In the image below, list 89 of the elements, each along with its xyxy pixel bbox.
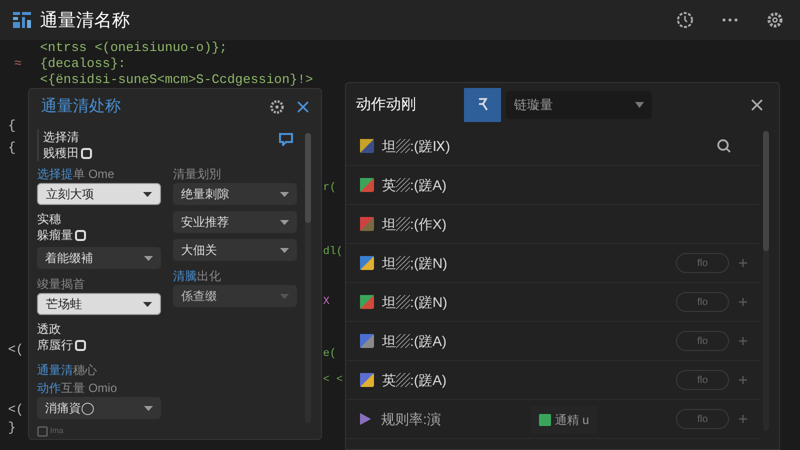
field-label: 清騰出化 (173, 268, 222, 285)
tile-icon (360, 295, 374, 309)
row-label: 英▨:(蹉A) (382, 176, 447, 195)
settings-icon[interactable] (269, 99, 285, 115)
code-fragment: r( (323, 181, 336, 196)
plus-icon (739, 259, 747, 267)
plus-icon (739, 298, 747, 306)
caret-icon (280, 220, 289, 224)
plus-icon (739, 337, 747, 345)
caret-icon (144, 406, 153, 410)
checkbox[interactable]: 席蜃行 (37, 337, 86, 353)
panel-title: 通量清处称 (41, 96, 122, 117)
checkbox-caption: 透政 (37, 321, 62, 337)
scrollbar[interactable] (763, 131, 769, 431)
row-label: 坦▨:(蹉N) (382, 292, 448, 312)
code-fragment: X (323, 295, 330, 310)
list-row[interactable]: 英▨:(蹉A) flo (346, 361, 759, 400)
field-label: 选择提单 Ome (37, 166, 116, 183)
list-row[interactable]: 坦▨:(作X) (346, 205, 759, 244)
list-row[interactable]: 坦▨:(蹉Ⅸ) (346, 127, 759, 166)
list-row[interactable]: 坦▨:(蹉N) flo (346, 283, 759, 322)
code-line: <{ënsidsi-suneS<mcm>S-Ccdgession}!> (40, 72, 314, 88)
caret-icon (280, 248, 289, 252)
panel-title: 动作动刚 (356, 94, 417, 115)
caret-icon (144, 256, 153, 260)
caret-icon (143, 302, 152, 306)
square-icon (539, 414, 551, 426)
row-label: 坦▨:(作X) (382, 214, 447, 234)
row-label: 英▨:(蹉A) (382, 370, 447, 390)
code-gutter-mark: <( (8, 402, 24, 418)
tile-icon (360, 373, 374, 387)
code-line: {decaloss}: (40, 56, 126, 72)
code-gutter-mark: { (8, 140, 16, 156)
play-icon (360, 413, 371, 425)
code-fragment: e( (323, 347, 336, 362)
list-row[interactable]: 坦▨:(蹉A) flo (346, 322, 759, 361)
dropdown[interactable]: 立刻大项 (37, 183, 161, 205)
plus-icon (739, 376, 747, 384)
pin-button[interactable] (464, 88, 501, 122)
more-icon[interactable] (722, 18, 738, 22)
dropdown[interactable]: 着能缀補 (37, 247, 161, 269)
code-line: <ntrss <(oneisiunuo-o)}; (40, 40, 228, 56)
caret-icon (280, 294, 289, 298)
caret-icon (280, 192, 289, 196)
timer-icon[interactable] (676, 11, 694, 29)
code-gutter-mark: <( (8, 342, 24, 358)
dropdown[interactable]: 芒场蛙 (37, 293, 161, 315)
caret-icon (635, 102, 644, 108)
row-label: 坦▨;(蹉N) (382, 254, 448, 273)
field-label: 通量清穗心 (37, 362, 98, 379)
tile-icon (360, 334, 374, 348)
row-label: 坦▨:(蹉A) (382, 332, 447, 351)
settings-icon[interactable] (766, 11, 784, 29)
tile-icon (360, 178, 374, 192)
list-row[interactable]: 规则率:演 通精 u flo (346, 400, 759, 439)
field-label: 竣量揭首 (37, 276, 86, 293)
plus-icon (739, 415, 747, 423)
code-fragment: < < (323, 373, 343, 388)
tile-icon (360, 217, 374, 231)
code-gutter-mark: ≈ (14, 56, 22, 71)
checkbox[interactable]: 贱穫田 (43, 145, 92, 161)
checkbox[interactable]: 躲瘤量 (37, 227, 86, 243)
comment-icon (279, 133, 293, 146)
code-fragment: dl( (323, 245, 343, 260)
code-gutter-mark: { (8, 118, 16, 134)
list-row[interactable]: 英▨:(蹉A) (346, 166, 759, 205)
tile-icon (360, 139, 374, 153)
window-title: 通量清名称 (40, 8, 130, 32)
dropdown[interactable]: 大佃关 (173, 239, 297, 261)
footer-text: Ima (50, 425, 64, 437)
dropdown[interactable]: 安业推荐 (173, 211, 297, 233)
dropdown[interactable]: 消痛資◯ (37, 397, 161, 419)
list-row[interactable]: 坦▨;(蹉N) flo (346, 244, 759, 283)
row-label: 规则率:演 (381, 410, 441, 428)
code-gutter-mark: } (8, 420, 16, 436)
checkbox-caption: 选择清 (43, 129, 80, 145)
close-icon[interactable] (751, 99, 763, 111)
field-label: 清量划別 (173, 166, 222, 183)
caret-icon (143, 192, 152, 196)
checkbox-caption: 实穗 (37, 211, 62, 227)
device-icon (37, 426, 48, 436)
filter-select[interactable]: 链璇量 (506, 91, 652, 119)
close-icon[interactable] (297, 101, 309, 113)
dropdown[interactable]: 绝量刺隙 (173, 183, 297, 205)
scrollbar[interactable] (305, 133, 311, 423)
app-logo-icon (12, 10, 32, 30)
field-label: 动作互量 Omio (37, 380, 118, 397)
row-label: 坦▨:(蹉Ⅸ) (382, 136, 450, 156)
tile-icon (360, 256, 374, 270)
